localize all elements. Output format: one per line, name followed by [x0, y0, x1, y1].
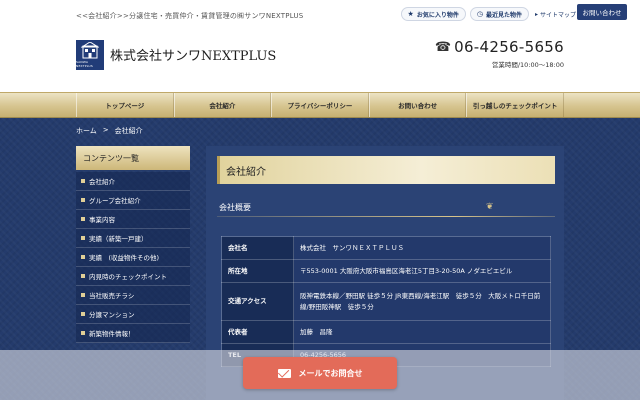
- breadcrumb: ホーム > 会社紹介: [76, 126, 143, 136]
- top-links: ★ お気に入り物件 ◷ 最近見た物件 ▸ サイトマップ: [400, 7, 576, 21]
- sidebar-item-viewing-checkpoints[interactable]: 内見時のチェックポイント: [76, 267, 190, 286]
- sidebar-item-label: 会社紹介: [89, 178, 115, 186]
- global-nav: トップページ 会社紹介 プライバシーポリシー お問い合わせ 引っ越しのチェックポ…: [0, 92, 640, 118]
- sidebar: コンテンツ一覧 会社紹介 グループ会社紹介 事業内容 実績（新築一戸建） 実績 …: [76, 146, 190, 343]
- nav-item-company[interactable]: 会社紹介: [173, 93, 272, 117]
- company-logo[interactable]: SANWA NEXTPLUS: [76, 40, 104, 70]
- nav-item-privacy[interactable]: プライバシーポリシー: [271, 93, 369, 117]
- company-name: 株式会社サンワNEXTPLUS: [110, 49, 277, 64]
- row-label: 会社名: [221, 236, 294, 260]
- phone-block: ☎ 06-4256-5656: [435, 38, 564, 56]
- bullet-icon: [81, 293, 85, 297]
- favorites-label: お気に入り物件: [416, 11, 459, 19]
- bullet-icon: [81, 236, 85, 240]
- company-info-table: 会社名 株式会社 サンワＮＥＸＴＰＬＵＳ 所在地 〒553-0001 大阪府大阪…: [221, 236, 551, 367]
- sidebar-item-group[interactable]: グループ会社紹介: [76, 191, 190, 210]
- sidebar-heading: コンテンツ一覧: [76, 146, 190, 170]
- bullet-icon: [81, 255, 85, 259]
- row-value: 〒553-0001 大阪府大阪市福島区海老江5丁目3-20-50A ノダエビエビ…: [293, 259, 551, 283]
- sidebar-item-label: 内見時のチェックポイント: [89, 273, 167, 281]
- phone-number[interactable]: 06-4256-5656: [454, 38, 564, 56]
- sitemap-label: サイトマップ: [539, 11, 576, 19]
- sidebar-item-label: 新築物件情報！: [89, 330, 135, 338]
- table-row: 交通アクセス 阪神電鉄本線／野田駅 徒歩５分 JR東西線/海老江駅 徒歩５分 大…: [221, 282, 551, 321]
- mail-button-label: メールでお問合せ: [298, 368, 363, 378]
- sidebar-item-label: 分譲マンション: [89, 311, 135, 319]
- header-tagline: <<会社紹介>>分譲住宅・売買仲介・賃貸管理の㈱サンワNEXTPLUS: [76, 12, 304, 20]
- recent-label: 最近見た物件: [485, 11, 522, 19]
- table-row: 代表者 加藤 昌隆: [221, 320, 551, 344]
- sidebar-item-record-newbuild[interactable]: 実績（新築一戸建）: [76, 229, 190, 248]
- favorites-link[interactable]: ★ お気に入り物件: [400, 7, 466, 21]
- bullet-icon: [81, 331, 85, 335]
- chevron-right-icon: ▸: [534, 10, 538, 18]
- nav-item-top[interactable]: トップページ: [76, 93, 174, 117]
- site-header: <<会社紹介>>分譲住宅・売買仲介・賃貸管理の㈱サンワNEXTPLUS ★ お気…: [0, 0, 640, 92]
- sidebar-item-record-income[interactable]: 実績 (収益物件その他): [76, 248, 190, 267]
- phone-icon: ☎: [434, 39, 452, 55]
- sidebar-item-label: 実績 (収益物件その他): [89, 254, 160, 262]
- breadcrumb-separator: >: [102, 126, 109, 134]
- sidebar-item-flyers[interactable]: 当社販売チラシ: [76, 286, 190, 305]
- business-hours: 営業時間/10:00〜18:00: [491, 61, 564, 69]
- breadcrumb-home[interactable]: ホーム: [76, 126, 97, 136]
- row-label: 代表者: [221, 320, 294, 344]
- row-value: 加藤 昌隆: [293, 320, 551, 344]
- bullet-icon: [81, 198, 85, 202]
- page-title: 会社紹介: [217, 156, 555, 184]
- clock-icon: ◷: [476, 10, 483, 18]
- sidebar-item-business[interactable]: 事業内容: [76, 210, 190, 229]
- mail-contact-button[interactable]: メールでお問合せ: [243, 357, 397, 389]
- sidebar-item-label: 当社販売チラシ: [89, 292, 135, 300]
- floating-mail-bar: メールでお問合せ: [0, 350, 640, 400]
- bullet-icon: [81, 217, 85, 221]
- bullet-icon: [81, 274, 85, 278]
- nav-item-contact[interactable]: お問い合わせ: [368, 93, 467, 117]
- mail-icon: [277, 368, 291, 378]
- sidebar-item-company[interactable]: 会社紹介: [76, 172, 190, 191]
- sidebar-list: 会社紹介 グループ会社紹介 事業内容 実績（新築一戸建） 実績 (収益物件その他…: [76, 172, 190, 343]
- bullet-icon: [81, 179, 85, 183]
- logo-text: SANWA NEXTPLUS: [76, 60, 94, 68]
- row-value: 株式会社 サンワＮＥＸＴＰＬＵＳ: [293, 236, 551, 260]
- row-label: 所在地: [221, 259, 294, 283]
- table-row: 所在地 〒553-0001 大阪府大阪市福島区海老江5丁目3-20-50A ノダ…: [221, 259, 551, 283]
- recent-link[interactable]: ◷ 最近見た物件: [469, 7, 529, 21]
- sidebar-item-condo[interactable]: 分譲マンション: [76, 305, 190, 324]
- sitemap-link[interactable]: ▸ サイトマップ: [535, 10, 576, 19]
- table-row: 会社名 株式会社 サンワＮＥＸＴＰＬＵＳ: [221, 236, 551, 260]
- sidebar-item-label: 事業内容: [89, 216, 115, 224]
- ornament-icon: ❦: [486, 202, 494, 212]
- row-label: 交通アクセス: [221, 282, 294, 321]
- sidebar-item-new-listings[interactable]: 新築物件情報！: [76, 324, 190, 343]
- nav-item-moving-checkpoints[interactable]: 引っ越しのチェックポイント: [466, 93, 564, 117]
- bullet-icon: [81, 312, 85, 316]
- contact-button[interactable]: お問い合わせ: [577, 4, 627, 20]
- row-value: 阪神電鉄本線／野田駅 徒歩５分 JR東西線/海老江駅 徒歩５分 大阪メトロ千日前…: [293, 282, 551, 321]
- building-icon: [81, 42, 99, 59]
- sidebar-item-label: 実績（新築一戸建）: [89, 235, 148, 243]
- section-divider: [217, 216, 555, 217]
- star-icon: ★: [407, 10, 414, 18]
- sidebar-item-label: グループ会社紹介: [89, 197, 141, 205]
- section-heading: 会社概要: [219, 203, 251, 212]
- breadcrumb-current: 会社紹介: [114, 127, 143, 135]
